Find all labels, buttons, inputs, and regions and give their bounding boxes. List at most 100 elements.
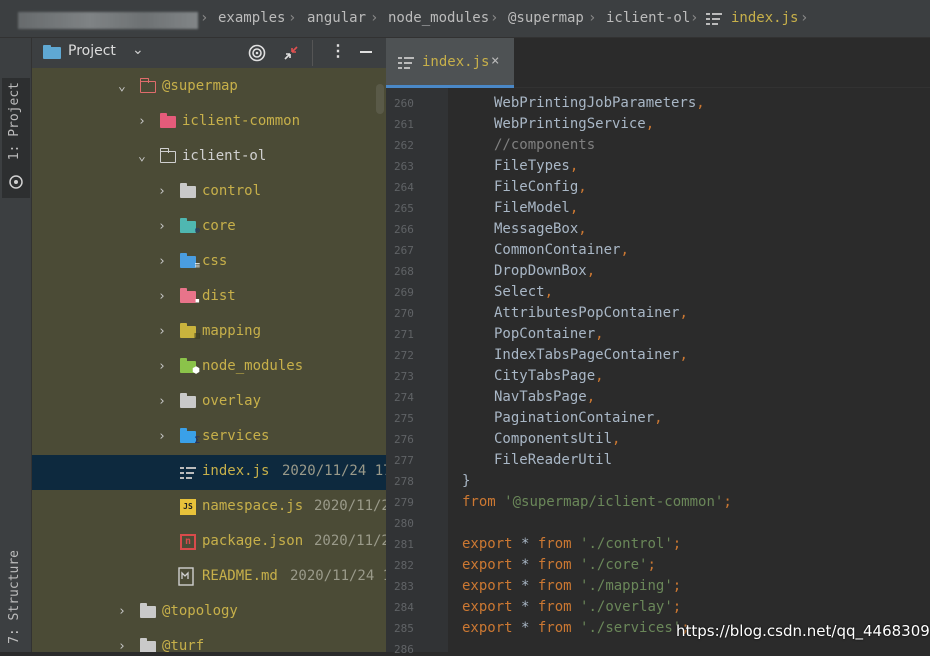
javascript-file-icon: JS	[180, 499, 196, 515]
blurred-path-region	[18, 12, 198, 29]
locate-target-icon[interactable]	[248, 44, 266, 62]
code-line: export * from './overlay';	[462, 599, 682, 615]
tree-item-turf[interactable]: › @turf	[32, 630, 386, 652]
line-number: 285	[394, 622, 414, 635]
code-line: CityTabsPage,	[494, 368, 604, 384]
code-line: WebPrintingJobParameters,	[494, 95, 705, 111]
code-line: DropDownBox,	[494, 263, 596, 279]
tree-item-control[interactable]: › control	[32, 175, 386, 210]
tree-item-overlay[interactable]: › overlay	[32, 385, 386, 420]
line-number: 278	[394, 475, 414, 488]
breadcrumb-item-examples[interactable]: examples	[218, 10, 285, 26]
line-number: 276	[394, 433, 414, 446]
code-line: WebPrintingService,	[494, 116, 655, 132]
node-modules-folder-icon: ⬢	[180, 358, 200, 376]
tree-item-label: node_modules	[202, 358, 304, 374]
code-line: FileTypes,	[494, 158, 579, 174]
tree-item-label: @supermap	[162, 78, 238, 94]
chevron-right-icon[interactable]: ›	[158, 184, 166, 199]
tree-item-date: 2020/11/24 17	[282, 463, 386, 479]
tree-item-package-json[interactable]: n package.json 2020/11/2	[32, 525, 386, 560]
tree-item-date: 2020/11/2	[314, 498, 386, 514]
tree-item-supermap[interactable]: ⌄ @supermap	[32, 70, 386, 105]
line-number: 269	[394, 286, 414, 299]
tree-item-services[interactable]: › Σ services	[32, 420, 386, 455]
tree-item-label: css	[202, 253, 228, 269]
breadcrumb-item-angular[interactable]: angular	[307, 10, 366, 26]
css-folder-icon: ≡	[180, 253, 200, 271]
chevron-right-icon[interactable]: ›	[158, 289, 166, 304]
folder-icon	[140, 638, 156, 652]
folder-icon	[140, 603, 156, 618]
dist-folder-icon: ▪	[180, 288, 200, 306]
npm-package-icon: n	[180, 534, 196, 550]
line-number: 268	[394, 265, 414, 278]
breadcrumb-item-iclient-ol[interactable]: iclient-ol	[606, 10, 690, 26]
line-number: 271	[394, 328, 414, 341]
breadcrumb-item-node-modules[interactable]: node_modules	[388, 10, 489, 26]
more-options-icon[interactable]: ⋮	[330, 41, 346, 60]
line-number: 277	[394, 454, 414, 467]
breadcrumb-item-supermap[interactable]: @supermap	[508, 10, 584, 26]
collapse-all-icon[interactable]	[282, 44, 300, 62]
chevron-down-icon[interactable]: ⌄	[132, 42, 144, 58]
close-icon[interactable]: ×	[491, 53, 499, 69]
code-line: export * from './services';	[462, 620, 690, 636]
tree-item-label: iclient-common	[182, 113, 301, 129]
project-folder-icon	[43, 45, 61, 59]
hide-panel-icon[interactable]	[360, 51, 372, 53]
line-number: 264	[394, 181, 414, 194]
chevron-right-icon[interactable]: ›	[158, 324, 166, 339]
chevron-right-icon[interactable]: ›	[118, 604, 126, 619]
project-tab-label: 1: Project	[7, 82, 22, 161]
line-number: 272	[394, 349, 414, 362]
code-line: from '@supermap/iclient-common';	[462, 494, 732, 510]
tree-item-core[interactable]: › ⊗ core	[32, 210, 386, 245]
code-line: AttributesPopContainer,	[494, 305, 688, 321]
folder-open-icon	[159, 148, 176, 163]
tree-item-readme-md[interactable]: README.md 2020/11/24 1	[32, 560, 386, 595]
tree-item-label: mapping	[202, 323, 262, 339]
chevron-down-icon[interactable]: ⌄	[118, 79, 126, 94]
code-line: FileConfig,	[494, 179, 587, 195]
tree-item-topology[interactable]: › @topology	[32, 595, 386, 630]
tree-item-css[interactable]: › ≡ css	[32, 245, 386, 280]
tree-item-namespace-js[interactable]: JS namespace.js 2020/11/2	[32, 490, 386, 525]
tree-item-mapping[interactable]: › ▤ mapping	[32, 315, 386, 350]
breadcrumb-item-index-js[interactable]: index.js	[731, 10, 798, 26]
code-line: ComponentsUtil,	[494, 431, 621, 447]
line-number: 262	[394, 139, 414, 152]
tool-window-project-tab[interactable]: 1: Project	[2, 78, 30, 198]
tree-item-dist[interactable]: › ▪ dist	[32, 280, 386, 315]
panel-title[interactable]: Project	[68, 43, 116, 59]
tree-item-label: core	[202, 218, 236, 234]
watermark-text: https://blog.csdn.net/qq_44683095	[676, 622, 930, 640]
line-number: 263	[394, 160, 414, 173]
core-folder-icon: ⊗	[180, 218, 200, 236]
chevron-right-icon[interactable]: ›	[158, 429, 166, 444]
line-number: 265	[394, 202, 414, 215]
tree-item-label: package.json	[202, 533, 304, 549]
chevron-right-icon[interactable]: ›	[138, 114, 146, 129]
tab-index-js[interactable]: index.js ×	[386, 38, 514, 88]
left-tool-window-strip: 1: Project 7: Structure	[0, 38, 32, 652]
chevron-down-icon[interactable]: ⌄	[138, 149, 146, 164]
code-line: }	[462, 473, 471, 489]
structure-tab-label[interactable]: 7: Structure	[7, 550, 22, 644]
panel-scrollbar-thumb[interactable]	[376, 84, 384, 114]
tree-item-node-modules[interactable]: › ⬢ node_modules	[32, 350, 386, 385]
tree-item-iclient-ol[interactable]: ⌄ iclient-ol	[32, 140, 386, 175]
line-number: 274	[394, 391, 414, 404]
markdown-file-icon	[178, 567, 194, 586]
chevron-right-icon[interactable]: ›	[158, 219, 166, 234]
line-number: 283	[394, 580, 414, 593]
chevron-right-icon[interactable]: ›	[158, 359, 166, 374]
chevron-right-icon[interactable]: ›	[158, 394, 166, 409]
code-line: //components	[494, 137, 596, 153]
chevron-right-icon[interactable]: ›	[158, 254, 166, 269]
code-line: FileModel,	[494, 200, 579, 216]
tree-item-index-js[interactable]: index.js 2020/11/24 17	[32, 455, 386, 490]
line-number: 281	[394, 538, 414, 551]
chevron-right-icon[interactable]: ›	[118, 639, 126, 652]
tree-item-iclient-common[interactable]: › iclient-common	[32, 105, 386, 140]
